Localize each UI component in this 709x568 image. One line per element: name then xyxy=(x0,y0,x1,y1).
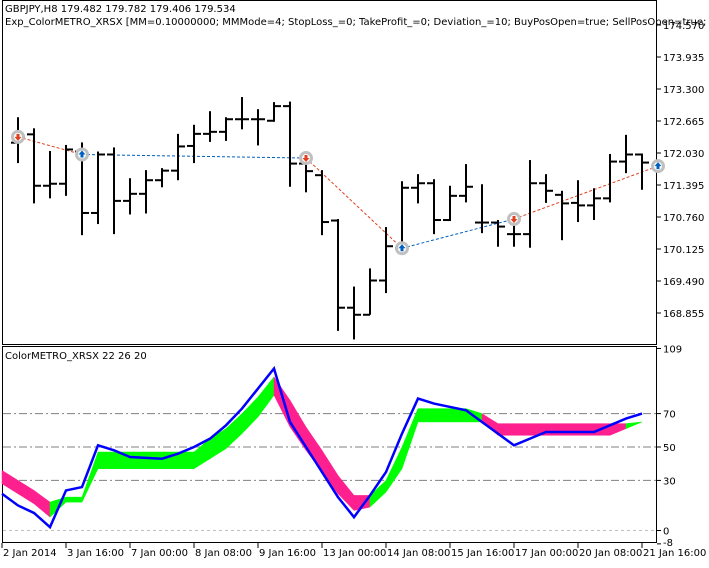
ind-tick-label: 70 xyxy=(663,410,676,421)
buy-arrow-icon xyxy=(651,159,665,174)
band-segment xyxy=(177,451,195,469)
price-tick-label: 170.760 xyxy=(663,213,704,224)
band-segment xyxy=(545,423,563,436)
ind-tick-label: 50 xyxy=(663,443,676,454)
band-segment xyxy=(497,423,515,436)
price-tick-label: 169.490 xyxy=(663,277,704,288)
chart-window: 174.570173.935173.300172.665172.030171.3… xyxy=(1,0,709,559)
band-segment xyxy=(577,423,595,436)
time-tick-label: 21 Jan 16:00 xyxy=(643,548,706,559)
sell-arrow-icon xyxy=(11,129,25,144)
buy-arrow-icon xyxy=(395,241,409,256)
price-pane xyxy=(2,0,657,345)
price-tick-label: 172.030 xyxy=(663,149,704,160)
buy-arrow-icon xyxy=(75,147,89,162)
symbol-info: GBPJPY,H8 179.482 179.782 179.406 179.53… xyxy=(5,4,236,15)
band-segment xyxy=(433,408,451,423)
ind-tick-label: 109 xyxy=(663,344,682,355)
price-tick-label: 171.395 xyxy=(663,181,704,192)
price-tick-label: 168.855 xyxy=(663,309,704,320)
band-segment xyxy=(145,451,163,469)
indicator-pane xyxy=(2,346,657,543)
price-tick-label: 170.125 xyxy=(663,245,704,256)
price-tick-label: 173.300 xyxy=(663,85,704,96)
price-tick-label: 172.665 xyxy=(663,117,704,128)
time-tick-label: 2 Jan 2014 xyxy=(3,548,57,559)
ind-tick-label: 0 xyxy=(663,527,669,538)
expert-info: Exp_ColorMETRO_XRSX [MM=0.10000000; MMMo… xyxy=(5,17,709,28)
sell-arrow-icon xyxy=(507,212,521,227)
band-segment xyxy=(97,451,115,469)
band-segment xyxy=(417,408,435,423)
time-tick-label: 20 Jan 08:00 xyxy=(579,548,642,559)
indicator-title: ColorMETRO_XRSX 22 26 20 xyxy=(5,351,147,362)
time-tick-label: 13 Jan 00:00 xyxy=(323,548,386,559)
time-tick-label: 7 Jan 00:00 xyxy=(131,548,188,559)
band-segment xyxy=(65,496,83,503)
time-tick-label: 9 Jan 16:00 xyxy=(259,548,316,559)
ind-tick-label: 30 xyxy=(663,476,676,487)
time-tick-label: 14 Jan 08:00 xyxy=(387,548,450,559)
band-segment xyxy=(129,451,147,469)
time-tick-label: 8 Jan 08:00 xyxy=(195,548,252,559)
band-segment xyxy=(561,423,579,436)
sell-arrow-icon xyxy=(299,151,313,166)
time-tick-label: 3 Jan 16:00 xyxy=(67,548,124,559)
time-tick-label: 15 Jan 16:00 xyxy=(451,548,514,559)
band-segment xyxy=(513,423,531,436)
price-tick-label: 173.935 xyxy=(663,53,704,64)
time-tick-label: 17 Jan 00:00 xyxy=(515,548,578,559)
